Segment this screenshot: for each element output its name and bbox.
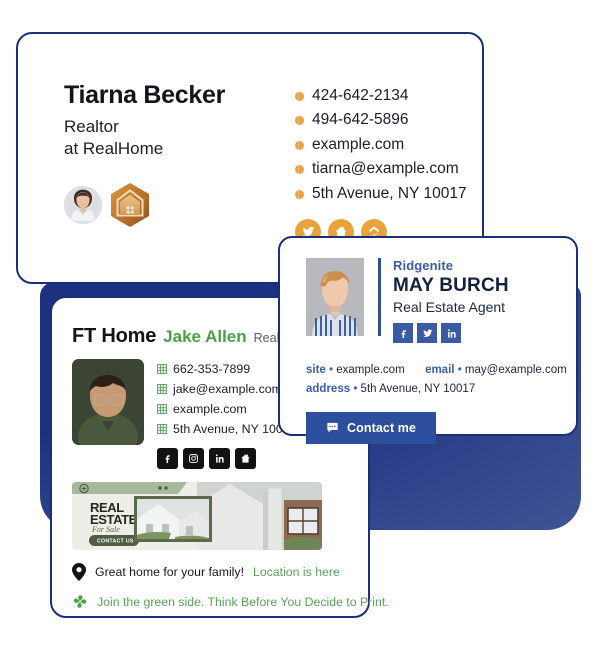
list-item[interactable]: 424-642-2134 [295,84,467,108]
tiarna-contact-list: 424-642-2134 494-642-5896 example.com ti… [295,84,467,206]
tiarna-name: Tiarna Becker [64,81,226,109]
may-burch-details: site • example.com email • may@example.c… [306,361,576,398]
list-item[interactable]: 5th Avenue, NY 10017 [295,182,467,206]
ft-home-contact-list: 662-353-7899 jake@example.com example.co… [157,359,297,439]
chat-bubble-icon [327,422,338,433]
details-row-address: address • 5th Avenue, NY 10017 [306,380,576,399]
card-tiarna-contact-block: 424-642-2134 494-642-5896 example.com ti… [295,82,467,246]
ft-home-social-links [157,448,297,470]
location-pin-icon [72,563,86,582]
contact-text: 662-353-7899 [173,362,251,376]
instagram-icon [189,454,198,464]
signature-card-may-burch: Ridgenite MAY BURCH Real Estate Agent si… [278,236,578,444]
svg-text:For Sale: For Sale [91,525,120,534]
facebook-icon [401,330,406,338]
coin-bullet-icon [295,116,304,126]
twitter-button[interactable] [417,323,437,344]
site-value[interactable]: example.com [336,364,404,376]
grid-bullet-icon [157,384,167,395]
card-tiarna-identity: Tiarna Becker Realtor at RealHome [64,81,249,245]
contact-text: jake@example.com [173,382,282,397]
address-key: address [306,382,351,395]
realhome-hexagon-logo [111,183,149,228]
signature-templates-canvas: Tiarna Becker Realtor at RealHome 424-64… [0,0,600,650]
site-separator: • [329,364,334,377]
may-burch-brand: Ridgenite [393,258,454,273]
ft-home-green-note-line: Join the green side. Think Before You De… [72,593,389,610]
twitter-icon [422,329,433,337]
list-item[interactable]: 494-642-5896 [295,108,467,132]
linkedin-icon [447,329,456,338]
agent-portrait-illustration-icon [306,258,364,336]
may-burch-name: MAY BURCH [393,275,509,296]
ft-home-location-link[interactable]: Location is here [253,565,340,579]
list-item[interactable]: example.com [295,133,467,157]
instagram-button[interactable] [183,448,204,470]
email-value[interactable]: may@example.com [465,364,567,376]
contact-text: example.com [312,135,405,153]
linkedin-icon [215,454,224,463]
list-item[interactable]: 662-353-7899 [157,359,297,379]
grid-bullet-icon [157,364,167,375]
may-burch-social-links [393,323,509,344]
real-estate-banner[interactable]: REAL ESTATE For Sale CONTACT US [72,482,322,551]
facebook-icon [165,455,170,464]
tiarna-role-line-1: Realtor [64,116,119,136]
linkedin-button[interactable] [441,323,461,344]
contact-me-button[interactable]: Contact me [306,411,437,444]
house-icon [241,454,250,463]
coin-bullet-icon [295,91,304,101]
may-burch-title: Real Estate Agent [393,298,506,315]
email-key: email [425,364,455,377]
ft-home-green-note: Join the green side. Think Before You De… [97,594,389,609]
accent-bar [378,258,381,336]
list-item[interactable]: jake@example.com [157,379,297,399]
grid-bullet-icon [157,404,167,415]
email-separator: • [457,364,462,377]
agent-photo [306,258,364,336]
agent-portrait-illustration-icon [72,359,144,445]
tiarna-role-line-2: at RealHome [64,138,164,158]
ft-home-tagline: Great home for your family! [95,565,244,580]
contact-text: 424-642-2134 [312,87,409,104]
facebook-button[interactable] [157,448,178,470]
ft-home-person-name: Jake Allen [163,327,247,346]
clover-icon [73,595,87,609]
svg-text:CONTACT US: CONTACT US [97,539,134,545]
details-row-site-email: site • example.com email • may@example.c… [306,361,576,380]
contact-text: 494-642-5896 [312,111,409,129]
list-item[interactable]: 5th Avenue, NY 10017 [157,419,297,439]
house-button[interactable] [235,448,256,470]
ft-home-brand: FT Home [72,325,157,347]
address-separator: • [353,382,358,395]
contact-text: 5th Avenue, NY 10017 [312,184,467,202]
list-item[interactable]: example.com [157,399,297,419]
coin-bullet-icon [295,189,304,199]
grid-bullet-icon [157,424,167,435]
contact-me-label: Contact me [347,420,417,435]
contact-text: example.com [173,402,247,417]
agent-photo [72,359,144,445]
contact-text: tiarna@example.com [312,160,459,178]
coin-bullet-icon [295,140,304,150]
ft-home-location-line: Great home for your family! Location is … [72,563,368,582]
facebook-button[interactable] [393,323,413,344]
list-item[interactable]: tiarna@example.com [295,157,467,181]
real-estate-banner-image: REAL ESTATE For Sale CONTACT US [72,482,322,551]
linkedin-button[interactable] [209,448,230,470]
avatar-illustration-icon [68,187,98,221]
avatar [64,186,102,225]
address-value: 5th Avenue, NY 10017 [360,382,476,395]
coin-bullet-icon [295,165,304,175]
site-key: site [306,364,326,377]
